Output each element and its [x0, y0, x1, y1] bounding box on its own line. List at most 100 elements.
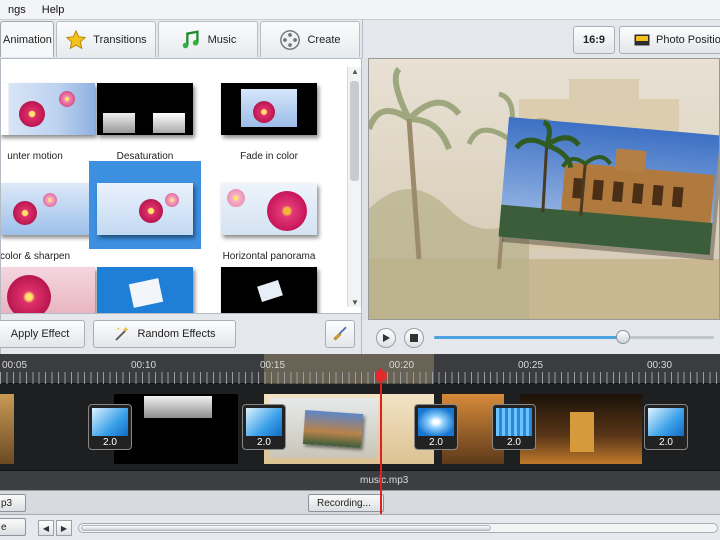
tab-create[interactable]: Create [260, 21, 360, 57]
tick-label: 00:10 [131, 360, 157, 371]
transition-thumbnail [92, 408, 128, 436]
effect-counter-motion[interactable]: unter motion [1, 61, 95, 162]
effect-thumbnail [97, 183, 193, 235]
effect-thumbnail [1, 267, 95, 313]
transition-clip[interactable]: 2.0 [414, 404, 458, 450]
timeline-ruler[interactable]: 00:05 00:10 00:15 00:20 00:25 00:30 [0, 354, 720, 384]
tab-transitions-label: Transitions [93, 33, 147, 46]
music-note-icon [182, 29, 199, 48]
arrow-right-icon: ▶ [60, 523, 68, 533]
timeline-footer: e ◀ ▶ [0, 514, 720, 540]
photo-frame-icon [634, 34, 650, 46]
scroll-down-icon[interactable]: ▼ [348, 298, 361, 307]
recording-label: Recording... [317, 497, 371, 509]
aspect-ratio-label: 16:9 [582, 34, 606, 46]
aspect-ratio-button[interactable]: 16:9 [573, 26, 615, 54]
preview-image [369, 59, 719, 319]
effect-horizontal-panorama[interactable]: Horizontal panorama [213, 161, 325, 262]
slide-clip[interactable] [0, 394, 14, 464]
music-track[interactable]: music.mp3 [0, 470, 720, 490]
playhead[interactable] [380, 368, 382, 514]
effect-desaturation[interactable]: Desaturation [89, 61, 201, 162]
scroll-up-icon[interactable]: ▲ [348, 67, 361, 76]
scroll-left-button[interactable]: ◀ [38, 520, 54, 536]
apply-effect-label: Apply Effect [10, 328, 70, 340]
random-effects-button[interactable]: Random Effects [93, 320, 236, 348]
transition-clip[interactable]: 2.0 [492, 404, 536, 450]
tick-label: 00:15 [260, 360, 286, 371]
playhead-handle[interactable] [375, 370, 387, 382]
play-icon [383, 334, 390, 342]
transition-thumbnail [648, 408, 684, 436]
seek-progress [434, 336, 624, 339]
slide-clip[interactable] [520, 394, 642, 464]
menu-help[interactable]: Help [34, 4, 73, 16]
mode-button[interactable]: e [0, 518, 26, 536]
preview-toolbar: 16:9 Photo Position [362, 20, 720, 58]
music-file-label: music.mp3 [360, 475, 409, 486]
transition-duration: 2.0 [103, 437, 117, 448]
transition-thumbnail [418, 408, 454, 436]
transition-duration: 2.0 [429, 437, 443, 448]
seek-slider-handle[interactable] [616, 330, 630, 344]
voice-track: p3 Recording... [0, 490, 720, 514]
film-reel-icon [280, 29, 301, 50]
effects-scrollbar[interactable]: ▲ ▼ [347, 67, 361, 307]
tick-label: 00:05 [2, 360, 28, 371]
effect-thumbnail [97, 267, 193, 313]
transition-thumbnail [246, 408, 282, 436]
effect-thumbnail [1, 183, 95, 235]
effect-thumbnail [221, 183, 317, 235]
effect-color-sharpen[interactable]: color & sharpen [1, 161, 95, 262]
transition-duration: 2.0 [257, 437, 271, 448]
recording-clip[interactable]: Recording... [308, 494, 384, 512]
effects-gallery: unter motion Desaturation Fade in color … [0, 58, 362, 314]
clear-effect-button[interactable] [325, 320, 355, 348]
apply-effect-button[interactable]: Apply Effect [0, 320, 85, 348]
tab-music-label: Music [207, 33, 237, 46]
tab-animation-label: Animation [3, 33, 52, 46]
timeline-scrollbar-thumb[interactable] [81, 525, 491, 531]
play-button[interactable] [376, 328, 396, 348]
tick-label: 00:25 [518, 360, 544, 371]
effect-flight[interactable]: Flight [89, 161, 201, 262]
timeline-scrollbar[interactable] [78, 523, 718, 533]
tick-label: 00:30 [647, 360, 673, 371]
magic-wand-icon [115, 326, 130, 341]
transition-clip[interactable]: 2.0 [88, 404, 132, 450]
transition-duration: 2.0 [659, 437, 673, 448]
scroll-right-button[interactable]: ▶ [56, 520, 72, 536]
transition-clip[interactable]: 2.0 [242, 404, 286, 450]
seek-remaining [624, 336, 714, 339]
slide-clip[interactable] [114, 394, 238, 464]
slide-clip-selected[interactable] [264, 394, 434, 464]
tab-create-label: Create [307, 33, 341, 46]
effect-tabs: Animation Transitions Music Create [0, 20, 362, 58]
menu-settings[interactable]: ngs [0, 4, 34, 16]
effect-thumbnail [1, 83, 95, 135]
effect-item-7[interactable] [1, 245, 95, 313]
ruler-ticks [0, 372, 720, 384]
transition-thumbnail [496, 408, 532, 436]
photo-position-button[interactable]: Photo Position [619, 26, 720, 54]
effect-thumbnail [221, 267, 317, 313]
stop-icon [410, 334, 418, 342]
broom-icon [333, 326, 347, 341]
transition-duration: 2.0 [507, 437, 521, 448]
tab-music[interactable]: Music [158, 21, 258, 57]
tab-animation[interactable]: Animation [0, 21, 54, 57]
scrollbar-thumb[interactable] [350, 81, 359, 181]
slideshow-preview [368, 58, 720, 320]
player-controls [362, 320, 720, 354]
effect-item-9[interactable] [213, 245, 325, 313]
effect-item-8[interactable] [89, 245, 201, 313]
effect-fade-in-color[interactable]: Fade in color [213, 61, 325, 162]
star-icon [66, 29, 87, 49]
transition-clip[interactable]: 2.0 [644, 404, 688, 450]
stop-button[interactable] [404, 328, 424, 348]
audio-clip[interactable]: p3 [0, 494, 26, 512]
effect-thumbnail [221, 83, 317, 135]
tab-transitions[interactable]: Transitions [56, 21, 156, 57]
tick-label: 00:20 [389, 360, 415, 371]
mode-label: e [1, 521, 7, 533]
